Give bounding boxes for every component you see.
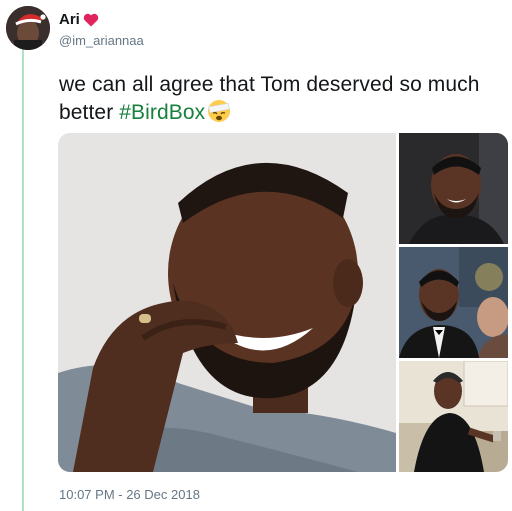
author-name-row: Ari bbox=[59, 11, 99, 28]
face-with-bandage-icon bbox=[207, 99, 231, 123]
timestamp[interactable]: 10:07 PM - 26 Dec 2018 bbox=[59, 487, 200, 502]
avatar[interactable] bbox=[6, 6, 50, 50]
hashtag-link[interactable]: #BirdBox bbox=[119, 101, 205, 124]
user-handle[interactable]: @im_ariannaa bbox=[59, 33, 144, 48]
media-grid bbox=[58, 133, 508, 472]
red-heart-icon bbox=[83, 13, 99, 27]
media-photo-4[interactable] bbox=[399, 361, 508, 472]
media-photo-2[interactable] bbox=[399, 133, 508, 244]
display-name[interactable]: Ari bbox=[59, 11, 80, 28]
avatar-image bbox=[6, 6, 50, 50]
media-photo-3[interactable] bbox=[399, 247, 508, 358]
thread-line bbox=[22, 46, 24, 511]
tweet-text: we can all agree that Tom deserved so mu… bbox=[59, 71, 504, 127]
media-photo-main[interactable] bbox=[58, 133, 396, 472]
